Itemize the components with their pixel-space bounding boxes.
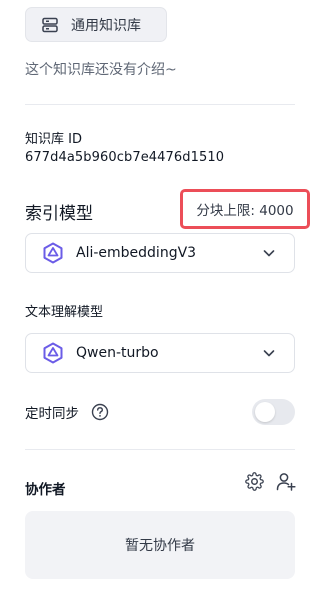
divider	[25, 104, 295, 105]
chevron-down-icon	[262, 346, 276, 360]
database-icon	[41, 16, 59, 34]
help-circle-icon[interactable]	[91, 403, 109, 421]
model-logo-icon	[42, 342, 64, 364]
gear-icon[interactable]	[245, 472, 264, 491]
add-user-icon[interactable]	[276, 472, 296, 491]
index-model-select[interactable]: Ali-embeddingV3	[25, 233, 295, 273]
chevron-down-icon	[262, 246, 276, 260]
toggle-knob	[255, 402, 275, 422]
divider	[25, 449, 295, 450]
text-model-value: Qwen-turbo	[76, 345, 159, 361]
text-model-title: 文本理解模型	[25, 305, 104, 320]
kb-id-label: 知识库 ID	[25, 132, 82, 147]
chunk-limit-badge: 分块上限: 4000	[180, 189, 310, 229]
kb-id-value: 677d4a5b960cb7e4476d1510	[25, 150, 225, 165]
collaborators-title: 协作者	[25, 482, 66, 498]
kb-intro: 这个知识库还没有介绍~	[25, 62, 177, 78]
collaborators-empty: 暂无协作者	[25, 511, 295, 579]
kb-type-tag: 通用知识库	[25, 7, 167, 42]
index-model-title: 索引模型	[25, 204, 93, 224]
model-logo-icon	[42, 242, 64, 264]
index-model-value: Ali-embeddingV3	[76, 245, 197, 261]
kb-type-label: 通用知识库	[71, 17, 141, 34]
sync-toggle[interactable]	[252, 399, 295, 425]
text-model-select[interactable]: Qwen-turbo	[25, 333, 295, 373]
sync-label: 定时同步	[25, 406, 79, 422]
